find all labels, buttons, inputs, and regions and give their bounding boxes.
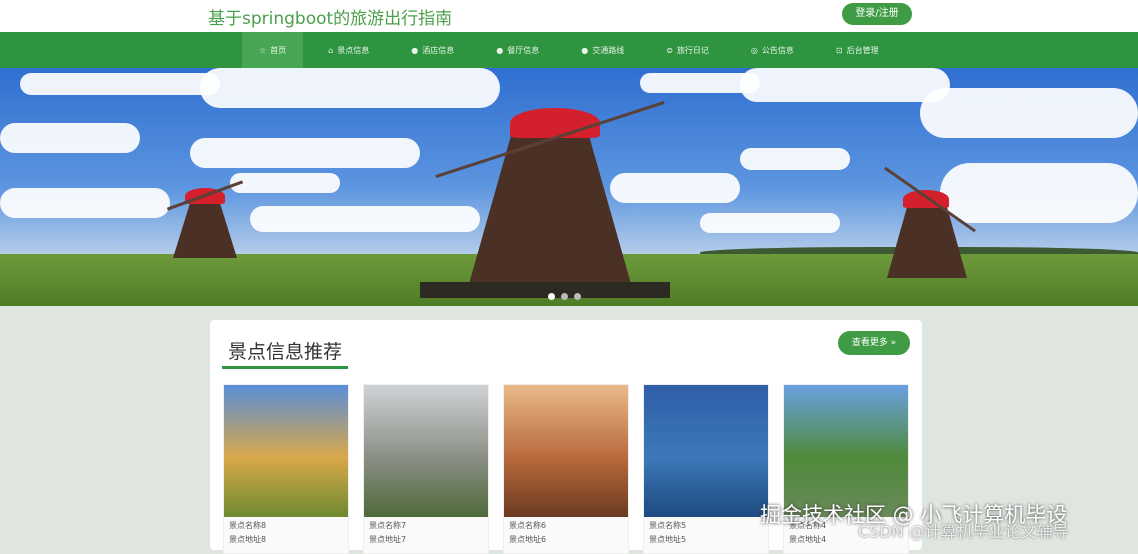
nav-icon: ☆	[259, 45, 267, 55]
title-underline	[222, 366, 348, 369]
section-title: 景点信息推荐	[228, 341, 343, 363]
attraction-image[interactable]	[504, 385, 628, 517]
attraction-image[interactable]	[644, 385, 768, 517]
nav-label: 首页	[270, 45, 287, 55]
windmill-center	[420, 78, 670, 298]
watermark: CSDN @计算机毕业论文辅导	[858, 522, 1069, 541]
attraction-address: 景点地址8	[229, 535, 267, 544]
windmill-right	[875, 166, 985, 278]
nav-label: 交通路线	[592, 45, 625, 55]
nav-item[interactable]: ◎ 公告信息	[734, 32, 811, 68]
nav-icon: ●	[496, 45, 504, 55]
attraction-image[interactable]	[784, 385, 908, 517]
attraction-address: 景点地址6	[509, 535, 547, 544]
attraction-card[interactable]: 景点名称5 景点地址5	[643, 384, 769, 554]
nav-label: 酒店信息	[422, 45, 455, 55]
nav-item[interactable]: ● 餐厅信息	[479, 32, 556, 68]
nav-item[interactable]: ⊡ 后台管理	[819, 32, 896, 68]
attraction-name: 景点名称6	[509, 521, 547, 530]
main-nav: ☆ 首页 ⌂ 景点信息 ● 酒店信息 ● 餐厅信息 ● 交通路线 ⊜ 旅行日记 ◎ 公告信息 ⊡ 后台管理	[0, 32, 1138, 68]
attraction-name: 景点名称5	[649, 521, 687, 530]
nav-label: 景点信息	[337, 45, 370, 55]
carousel-dot[interactable]	[574, 293, 581, 300]
site-title: 基于springboot的旅游出行指南	[208, 9, 453, 29]
nav-item[interactable]: ● 交通路线	[564, 32, 641, 68]
nav-icon: ⊜	[666, 45, 673, 55]
nav-label: 公告信息	[761, 45, 794, 55]
nav-icon: ⌂	[328, 45, 334, 55]
top-bar: 基于springboot的旅游出行指南 登录/注册	[0, 0, 1138, 32]
carousel-dot[interactable]	[548, 293, 555, 300]
nav-item[interactable]: ☆ 首页	[242, 32, 304, 68]
attraction-card[interactable]: 景点名称6 景点地址6	[503, 384, 629, 554]
nav-icon: ●	[581, 45, 589, 55]
nav-item[interactable]: ⊜ 旅行日记	[649, 32, 726, 68]
nav-label: 餐厅信息	[507, 45, 540, 55]
windmill-left	[165, 178, 245, 258]
attraction-image[interactable]	[364, 385, 488, 517]
banner-carousel[interactable]	[0, 68, 1138, 306]
attraction-image[interactable]	[224, 385, 348, 517]
nav-item[interactable]: ⌂ 景点信息	[311, 32, 386, 68]
nav-label: 后台管理	[846, 45, 879, 55]
nav-item[interactable]: ● 酒店信息	[394, 32, 471, 68]
attraction-address: 景点地址5	[649, 535, 687, 544]
carousel-dot[interactable]	[561, 293, 568, 300]
attraction-card[interactable]: 景点名称7 景点地址7	[363, 384, 489, 554]
login-register-button[interactable]: 登录/注册	[842, 3, 912, 25]
attraction-card[interactable]: 景点名称8 景点地址8	[223, 384, 349, 554]
carousel-indicators	[548, 293, 581, 300]
nav-label: 旅行日记	[676, 45, 709, 55]
attraction-name: 景点名称8	[229, 521, 267, 530]
nav-icon: ⊡	[835, 45, 843, 55]
nav-icon: ●	[411, 45, 419, 55]
nav-icon: ◎	[750, 45, 758, 55]
attraction-address: 景点地址7	[369, 535, 407, 544]
attraction-name: 景点名称7	[369, 521, 407, 530]
view-more-button[interactable]: 查看更多 »	[838, 331, 910, 355]
